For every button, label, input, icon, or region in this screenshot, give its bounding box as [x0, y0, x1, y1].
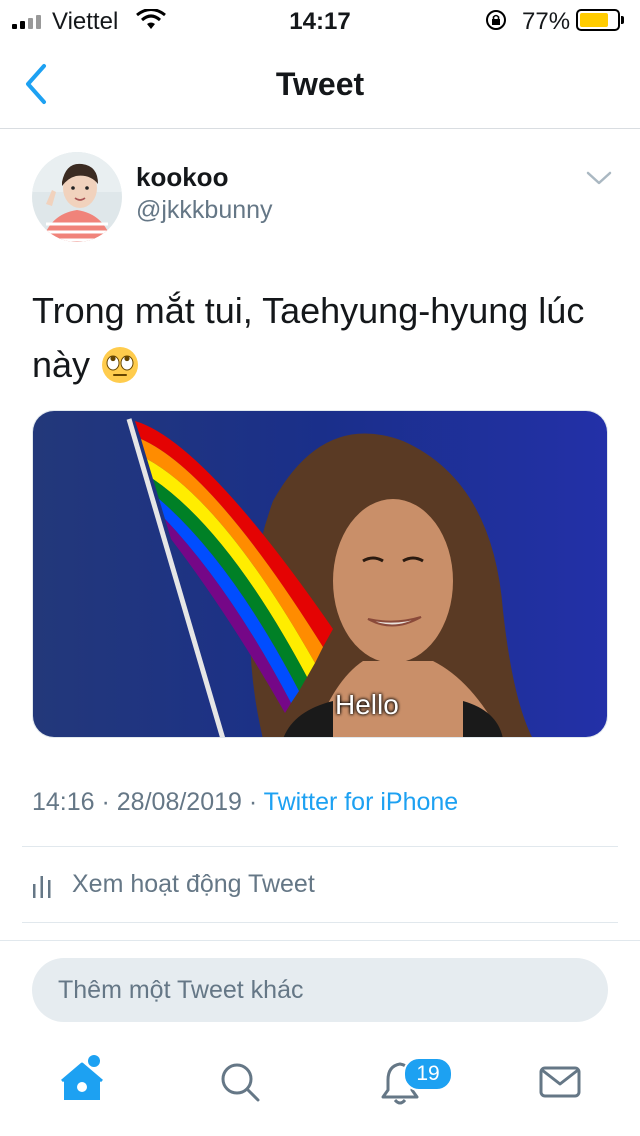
divider	[0, 940, 640, 941]
client-link[interactable]: Twitter for iPhone	[264, 788, 459, 816]
battery-icon	[576, 9, 624, 31]
author-handle[interactable]: @jkkkbunny	[136, 196, 273, 225]
page-title: Tweet	[275, 66, 365, 102]
chevron-down-icon[interactable]	[586, 170, 612, 186]
activity-label: Xem hoạt động Tweet	[72, 870, 315, 898]
tweet-media-image[interactable]: Hello	[32, 410, 608, 738]
orientation-lock-icon	[486, 10, 506, 30]
new-content-dot	[88, 1055, 100, 1067]
divider	[22, 846, 618, 847]
reply-placeholder: Thêm một Tweet khác	[58, 976, 304, 1004]
battery-percent: 77%	[522, 8, 571, 35]
divider	[22, 922, 618, 923]
nav-bar: Tweet	[0, 40, 640, 129]
home-icon[interactable]	[60, 1060, 104, 1104]
media-caption: Hello	[335, 689, 399, 720]
avatar[interactable]	[32, 152, 122, 242]
messages-icon[interactable]	[538, 1060, 582, 1104]
status-bar: Viettel 14:17 77%	[0, 0, 640, 40]
separator: ·	[241, 788, 264, 816]
tweet-text: Trong mắt tui, Taehyung-hyung lúc này	[32, 284, 618, 400]
tweet-meta: 14:16 · 28/08/2019 · Twitter for iPhone	[32, 788, 458, 817]
separator: ·	[94, 788, 117, 816]
view-activity-button[interactable]: Xem hoạt động Tweet	[32, 870, 315, 899]
tweet-date: 28/08/2019	[116, 788, 242, 816]
analytics-icon	[33, 875, 51, 898]
search-icon[interactable]	[218, 1060, 262, 1104]
tweet-time: 14:16	[32, 788, 95, 816]
author-name[interactable]: kookoo	[136, 162, 228, 193]
notification-badge: 19	[403, 1057, 453, 1091]
eye-roll-emoji	[100, 345, 140, 400]
reply-input[interactable]: Thêm một Tweet khác	[32, 958, 608, 1022]
